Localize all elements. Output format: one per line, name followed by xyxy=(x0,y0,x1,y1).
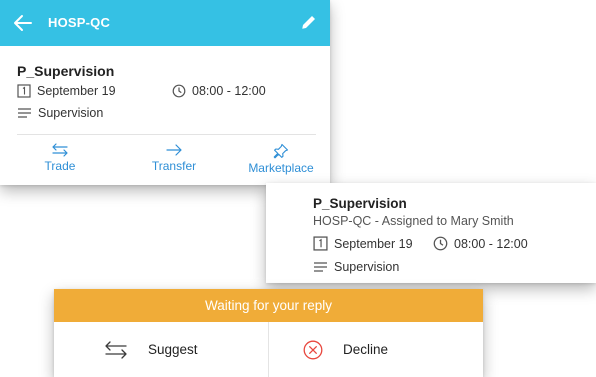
swap-icon xyxy=(105,340,127,359)
shift-time-text: 08:00 - 12:00 xyxy=(192,84,266,98)
decline-button[interactable]: Decline xyxy=(268,322,483,377)
shift-description: Supervision xyxy=(17,106,103,120)
shift-date: September 19 xyxy=(17,84,116,98)
shift-date-text: September 19 xyxy=(37,84,116,98)
detail-shift-title: P_Supervision xyxy=(313,196,407,211)
back-arrow-icon[interactable] xyxy=(11,11,35,35)
header-title: HOSP-QC xyxy=(48,15,111,30)
marketplace-label: Marketplace xyxy=(248,161,314,175)
clock-icon xyxy=(433,236,448,251)
suggest-button[interactable]: Suggest xyxy=(54,322,267,377)
transfer-button[interactable]: Transfer xyxy=(134,143,214,173)
suggest-label: Suggest xyxy=(148,342,198,357)
trade-button[interactable]: Trade xyxy=(36,143,84,173)
detail-time-text: 08:00 - 12:00 xyxy=(454,236,528,251)
calendar-icon xyxy=(313,236,328,251)
detail-subtitle: HOSP-QC - Assigned to Mary Smith xyxy=(313,214,514,228)
detail-description: Supervision xyxy=(313,260,399,274)
lines-icon xyxy=(314,262,327,272)
divider xyxy=(17,134,316,135)
shift-description-text: Supervision xyxy=(38,106,104,120)
shift-detail-card: P_Supervision HOSP-QC - Assigned to Mary… xyxy=(266,183,596,283)
clock-icon xyxy=(172,84,186,98)
shift-card: HOSP-QC P_Supervision September 19 08:00… xyxy=(0,0,330,185)
calendar-icon xyxy=(17,84,31,98)
decline-label: Decline xyxy=(343,342,389,357)
transfer-label: Transfer xyxy=(151,159,197,173)
detail-time: 08:00 - 12:00 xyxy=(433,236,528,251)
pencil-icon[interactable] xyxy=(300,13,318,31)
detail-date: September 19 xyxy=(313,236,413,251)
marketplace-button[interactable]: Marketplace xyxy=(244,143,318,175)
close-circle-icon xyxy=(303,340,323,359)
waiting-banner: Waiting for your reply xyxy=(54,289,483,322)
trade-label: Trade xyxy=(44,159,76,173)
detail-description-text: Supervision xyxy=(334,260,400,274)
app-header: HOSP-QC xyxy=(0,0,330,46)
lines-icon xyxy=(18,108,31,118)
arrow-right-icon xyxy=(166,144,182,156)
reply-card: Waiting for your reply Suggest Decline xyxy=(54,289,483,377)
shift-time: 08:00 - 12:00 xyxy=(172,84,266,98)
swap-icon xyxy=(52,143,68,157)
detail-date-text: September 19 xyxy=(334,236,413,251)
pin-icon xyxy=(273,143,289,159)
shift-title: P_Supervision xyxy=(17,63,115,79)
